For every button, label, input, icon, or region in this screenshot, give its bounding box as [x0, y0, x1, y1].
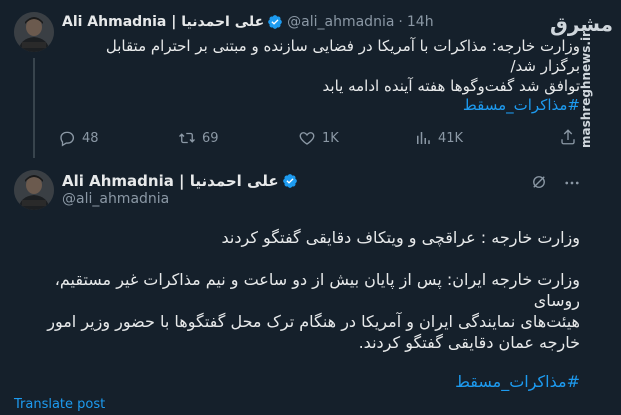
- repost-button[interactable]: 69: [178, 128, 219, 148]
- verified-badge-icon: [282, 173, 298, 189]
- thread-line: [33, 58, 35, 158]
- tweet2-header: Ali Ahmadnia | علی احمدنیا: [62, 171, 302, 191]
- heart-icon: [299, 132, 315, 145]
- views-icon: [417, 132, 430, 144]
- grok-button[interactable]: [530, 173, 550, 193]
- watermark-url: mashreghnews.ir: [579, 31, 593, 148]
- translate-post-link[interactable]: Translate post: [14, 397, 105, 412]
- timestamp[interactable]: 14h: [407, 14, 434, 30]
- author-name[interactable]: Ali Ahmadnia | علی احمدنیا: [62, 172, 279, 190]
- tweet1-text-line: وزارت خارجه: مذاکرات با آمریکا در فضایی …: [105, 37, 580, 75]
- grok-icon: [533, 176, 545, 188]
- tweet1-text-line: توافق شد گفت‌وگوها هفته آینده ادامه یابد: [322, 77, 580, 95]
- tweet2-text-line: خارجه عمان دقایقی گفتگو کردند.: [358, 333, 580, 352]
- reply-count: 48: [82, 130, 99, 146]
- tweet1-header: Ali Ahmadnia | علی احمدنیا @ali_ahmadnia…: [62, 12, 434, 32]
- more-icon: [565, 181, 579, 185]
- tweet2-text: وزارت خارجه : عراقچی و ویتکاف دقایقی گفت…: [20, 227, 580, 353]
- share-button[interactable]: [559, 128, 579, 148]
- author-handle[interactable]: @ali_ahmadnia: [62, 191, 169, 207]
- avatar[interactable]: [14, 170, 54, 210]
- like-button[interactable]: 1K: [298, 128, 339, 148]
- tweet2-text-line: وزارت خارجه ایران: پس از پایان بیش از دو…: [54, 270, 580, 310]
- like-count: 1K: [322, 130, 339, 146]
- separator: ·: [398, 14, 403, 30]
- tweet1-actions: 48 69 1K 41K: [58, 128, 578, 148]
- views-button[interactable]: 41K: [414, 128, 463, 148]
- reply-icon: [60, 131, 75, 147]
- reply-button[interactable]: 48: [58, 128, 99, 148]
- repost-count: 69: [202, 130, 219, 146]
- avatar[interactable]: [14, 12, 54, 52]
- more-button[interactable]: [562, 173, 582, 193]
- hashtag-link[interactable]: #مذاکرات_مسقط: [463, 96, 580, 114]
- hashtag-link[interactable]: #مذاکرات_مسقط: [455, 372, 580, 391]
- share-icon: [561, 129, 575, 145]
- tweet2-paragraph: وزارت خارجه : عراقچی و ویتکاف دقایقی گفت…: [221, 228, 580, 247]
- author-handle[interactable]: @ali_ahmadnia: [287, 14, 394, 30]
- tweet2-text-line: هیئت‌های نمایندگی ایران و آمریکا در هنگا…: [47, 312, 580, 331]
- tweet1-text: وزارت خارجه: مذاکرات با آمریکا در فضایی …: [62, 36, 580, 96]
- repost-icon: [179, 132, 195, 144]
- view-count: 41K: [438, 130, 464, 146]
- verified-badge-icon: [267, 14, 283, 30]
- author-name[interactable]: Ali Ahmadnia | علی احمدنیا: [62, 14, 264, 30]
